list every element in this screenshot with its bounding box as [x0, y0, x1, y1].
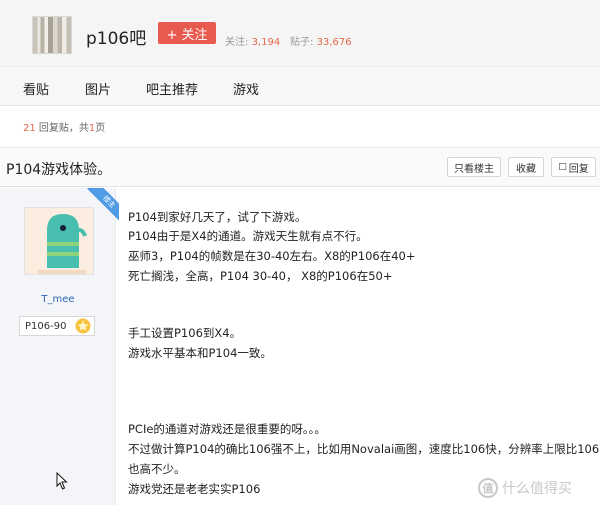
posts-stat-count: 33,676	[316, 37, 352, 48]
author-column: 楼主 T_mee P106-90	[0, 188, 119, 505]
forum-header: p106吧 + 关注 关注: 3,194 贴子: 33,676	[0, 0, 600, 66]
star-icon	[75, 318, 91, 334]
post-line: PCIe的通道对游戏还是很重要的呀。。。	[128, 422, 326, 436]
post: 楼主 T_mee P106-90 P104到家好几天了，试了下游戏。 P104由…	[0, 188, 600, 505]
post-line: 也高不少。	[128, 462, 186, 476]
nav-item-games[interactable]: 游戏	[233, 79, 259, 98]
thread-title: P104游戏体验。	[6, 162, 112, 178]
cursor-icon	[56, 472, 68, 490]
watermark-text: 什么值得买	[502, 481, 572, 497]
reply-button[interactable]: □ 回复	[551, 157, 596, 177]
thread-title-bar: P104游戏体验。 只看楼主 收藏 □ 回复	[0, 147, 600, 187]
reply-count: 21	[23, 123, 36, 134]
watermark-logo-icon: 值	[478, 478, 498, 498]
posts-stat-label: 贴子:	[290, 37, 314, 48]
watermark: 值 什么值得买	[478, 478, 572, 498]
nav-item-recommended[interactable]: 吧主推荐	[146, 79, 198, 98]
post-line: P104由于是X4的通道。游戏天生就有点不行。	[128, 229, 368, 243]
page-text: 页	[95, 123, 106, 134]
post-line: 游戏水平基本和P104一致。	[128, 346, 272, 360]
follow-stat: 关注: 3,194	[225, 33, 280, 48]
post-line: 死亡搁浅，全高，P104 30-40， X8的P106在50+	[128, 269, 393, 283]
follow-stat-count: 3,194	[251, 37, 281, 48]
favorite-button[interactable]: 收藏	[508, 157, 544, 177]
post-line: 不过做计算P104的确比106强不上，比如用Novalai画图，速度比106快，…	[128, 442, 600, 456]
level-label: P106-90	[25, 320, 67, 332]
post-line: 游戏党还是老老实实P106	[128, 482, 261, 496]
reply-summary: 21 回复贴，共1页	[23, 119, 105, 134]
nav-item-posts[interactable]: 看贴	[23, 79, 49, 98]
forum-nav: 看贴 图片 吧主推荐 游戏	[0, 66, 600, 106]
post-line: 手工设置P106到X4。	[128, 326, 242, 340]
level-badge: P106-90	[19, 316, 95, 336]
follow-button[interactable]: + 关注	[158, 22, 216, 44]
username[interactable]: T_mee	[0, 294, 116, 305]
post-line: 巫师3，P104的帧数是在30-40左右。X8的P106在40+	[128, 249, 416, 263]
only-op-button[interactable]: 只看楼主	[447, 157, 501, 177]
follow-stat-label: 关注:	[225, 37, 249, 48]
forum-avatar[interactable]	[32, 16, 72, 54]
post-line: P104到家好几天了，试了下游戏。	[128, 210, 307, 224]
posts-stat: 贴子: 33,676	[290, 33, 352, 48]
avatar[interactable]	[24, 207, 94, 275]
reply-button-label: 回复	[568, 163, 589, 175]
reply-icon: □	[558, 162, 567, 172]
reply-text: 回复贴，共	[35, 123, 89, 134]
nav-item-images[interactable]: 图片	[85, 79, 111, 98]
forum-name[interactable]: p106吧	[86, 24, 146, 49]
